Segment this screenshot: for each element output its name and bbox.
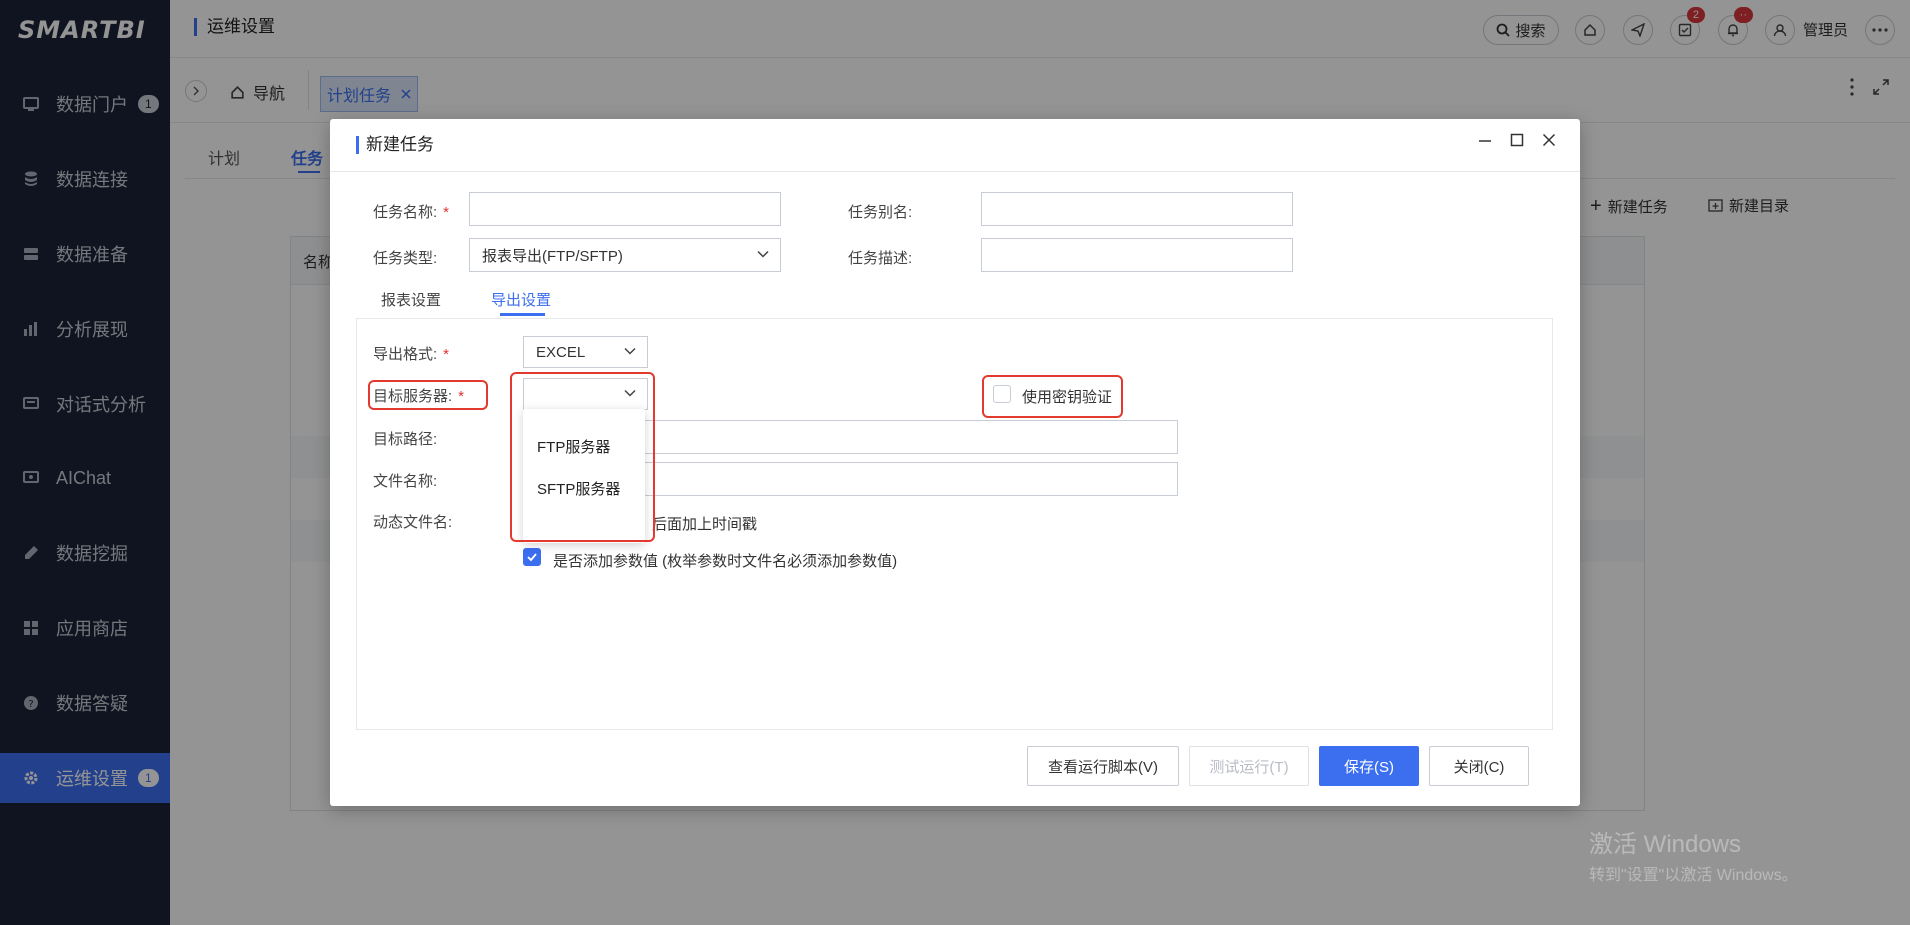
task-desc-label: 任务描述:: [848, 250, 913, 267]
export-format-select[interactable]: EXCEL: [523, 336, 648, 368]
test-run-button[interactable]: 测试运行(T): [1189, 746, 1309, 786]
maximize-icon[interactable]: [1510, 133, 1524, 147]
task-alias-input[interactable]: [981, 192, 1293, 226]
watermark-line-2: 转到"设置"以激活 Windows。: [1589, 867, 1798, 884]
check-icon: [527, 553, 537, 562]
target-server-select[interactable]: [523, 378, 648, 410]
chevron-down-icon: [623, 386, 637, 400]
watermark-line-1: 激活 Windows: [1589, 831, 1742, 858]
tab-export-settings[interactable]: 导出设置: [491, 289, 551, 310]
task-type-select[interactable]: 报表导出(FTP/SFTP): [469, 238, 781, 272]
target-server-label: 目标服务器: *: [373, 388, 465, 405]
key-auth-checkbox[interactable]: [993, 385, 1011, 403]
task-type-value: 报表导出(FTP/SFTP): [482, 247, 623, 265]
target-path-label: 目标路径:: [373, 431, 438, 448]
chevron-down-icon: [623, 344, 637, 358]
export-format-value: EXCEL: [536, 343, 586, 361]
server-dropdown-menu: FTP服务器 SFTP服务器: [523, 409, 645, 543]
task-desc-input[interactable]: [981, 238, 1293, 272]
task-alias-label: 任务别名:: [848, 204, 913, 221]
add-param-label: 是否添加参数值 (枚举参数时文件名必须添加参数值): [553, 553, 898, 570]
task-type-label: 任务类型:: [373, 250, 438, 267]
task-name-label: 任务名称: *: [373, 204, 450, 221]
task-name-input[interactable]: [469, 192, 781, 226]
close-button[interactable]: 关闭(C): [1429, 746, 1529, 786]
windows-activation-watermark: 激活 Windows 转到"设置"以激活 Windows。: [1589, 824, 1798, 885]
new-task-dialog: 新建任务 任务名称: * 任务别名: 任务类型: 报表导出(FTP/SFTP) 任…: [330, 119, 1580, 806]
save-button[interactable]: 保存(S): [1319, 746, 1419, 786]
view-script-button[interactable]: 查看运行脚本(V): [1027, 746, 1179, 786]
add-param-checkbox[interactable]: [523, 548, 541, 566]
tab-underline: [500, 313, 545, 316]
minimize-icon[interactable]: [1478, 133, 1492, 147]
timestamp-label: 后面加上时间戳: [652, 516, 758, 533]
option-ftp-server[interactable]: FTP服务器: [523, 426, 645, 466]
file-name-label: 文件名称:: [373, 473, 438, 490]
dialog-divider: [330, 171, 1580, 172]
dialog-controls: [1478, 133, 1556, 147]
close-icon[interactable]: [1542, 133, 1556, 147]
chevron-down-icon: [756, 247, 770, 261]
export-format-label: 导出格式: *: [373, 346, 450, 363]
key-auth-label: 使用密钥验证: [1022, 389, 1113, 406]
tab-report-settings[interactable]: 报表设置: [381, 289, 441, 310]
dynamic-filename-label: 动态文件名:: [373, 514, 453, 531]
dialog-title: 新建任务: [356, 136, 434, 154]
option-sftp-server[interactable]: SFTP服务器: [523, 468, 645, 508]
